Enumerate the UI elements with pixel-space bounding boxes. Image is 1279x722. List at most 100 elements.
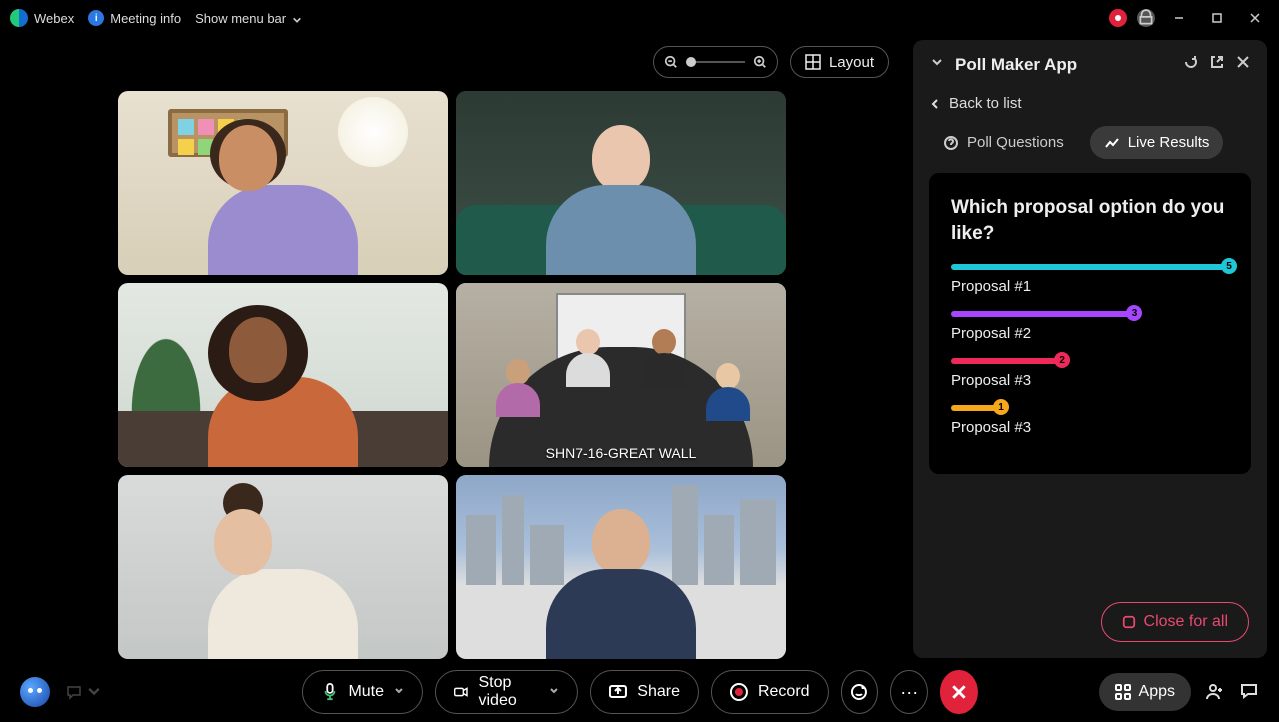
tab-live-results[interactable]: Live Results: [1090, 126, 1224, 159]
poll-option: 1 Proposal #3: [951, 405, 1229, 436]
show-menu-bar-button[interactable]: Show menu bar: [195, 11, 302, 26]
layout-button[interactable]: Layout: [790, 46, 889, 78]
popout-icon[interactable]: [1209, 54, 1225, 75]
video-icon: [454, 683, 468, 701]
stop-video-label: Stop video: [478, 674, 539, 710]
video-tile[interactable]: [118, 475, 448, 659]
chevron-down-icon[interactable]: [394, 683, 404, 701]
stop-video-button[interactable]: Stop video: [435, 670, 578, 714]
back-label: Back to list: [949, 95, 1022, 112]
window-maximize-button[interactable]: [1203, 4, 1231, 32]
poll-option-label: Proposal #3: [951, 419, 1229, 436]
layout-grid-icon: [805, 54, 821, 70]
center-controls: Mute Stop video Share Record ···: [301, 670, 977, 714]
poll-count-badge: 3: [1126, 305, 1142, 321]
webex-logo-icon: [10, 9, 28, 27]
chevron-down-icon: [292, 13, 302, 23]
poll-bar-wrap: 3: [951, 311, 1229, 317]
layout-label: Layout: [829, 54, 874, 71]
control-bar: Mute Stop video Share Record ··· Apps: [0, 662, 1279, 722]
chat-button[interactable]: [1239, 681, 1259, 704]
record-icon: [730, 683, 748, 701]
info-icon: i: [88, 10, 104, 26]
poll-option-label: Proposal #1: [951, 278, 1229, 295]
poll-option-label: Proposal #3: [951, 372, 1229, 389]
video-tile[interactable]: [456, 91, 786, 275]
question-icon: [943, 135, 959, 151]
mute-button[interactable]: Mute: [301, 670, 423, 714]
chevron-down-icon: [86, 684, 102, 700]
microphone-icon: [320, 683, 338, 701]
close-square-icon: [1122, 615, 1136, 629]
poll-option: 5 Proposal #1: [951, 264, 1229, 295]
video-tile[interactable]: [118, 283, 448, 467]
record-label: Record: [758, 683, 810, 701]
end-call-button[interactable]: [940, 670, 977, 714]
poll-option: 3 Proposal #2: [951, 311, 1229, 342]
video-tile-active[interactable]: SHN7-16-GREAT WALL: [456, 283, 786, 467]
title-bar: Webex i Meeting info Show menu bar: [0, 0, 1279, 36]
close-panel-icon[interactable]: [1235, 54, 1251, 75]
share-label: Share: [637, 683, 680, 701]
meeting-info-label: Meeting info: [110, 11, 181, 26]
window-close-button[interactable]: [1241, 4, 1269, 32]
close-all-label: Close for all: [1144, 613, 1228, 631]
poll-count-badge: 5: [1221, 258, 1237, 274]
tab-poll-questions[interactable]: Poll Questions: [929, 126, 1078, 159]
poll-option-label: Proposal #2: [951, 325, 1229, 342]
tab-questions-label: Poll Questions: [967, 134, 1064, 151]
apps-button[interactable]: Apps: [1099, 673, 1191, 711]
poll-count-badge: 2: [1054, 352, 1070, 368]
chevron-down-icon[interactable]: [549, 683, 559, 701]
close-icon: [951, 684, 967, 700]
video-tile[interactable]: [118, 91, 448, 275]
poll-bar: [951, 358, 1062, 364]
poll-panel: Poll Maker App Back to list Poll Questio…: [913, 40, 1267, 658]
close-for-all-button[interactable]: Close for all: [1101, 602, 1249, 642]
app-brand: Webex: [10, 9, 74, 27]
zoom-control[interactable]: [653, 46, 778, 78]
panel-header: Poll Maker App: [913, 40, 1267, 89]
refresh-icon[interactable]: [1183, 54, 1199, 75]
video-tile[interactable]: [456, 475, 786, 659]
more-options-button[interactable]: ···: [890, 670, 928, 714]
video-grid: SHN7-16-GREAT WALL: [118, 91, 788, 659]
encryption-icon: [1137, 9, 1155, 27]
smiley-icon: [850, 683, 868, 701]
zoom-in-icon: [753, 55, 767, 69]
poll-option: 2 Proposal #3: [951, 358, 1229, 389]
record-button[interactable]: Record: [711, 670, 829, 714]
layout-controls: Layout: [653, 46, 889, 78]
ai-assistant-icon[interactable]: [20, 677, 50, 707]
panel-tabs: Poll Questions Live Results: [913, 126, 1267, 173]
speech-bubble-icon: [66, 684, 82, 700]
apps-grid-icon: [1115, 684, 1131, 700]
poll-results-card: Which proposal option do you like? 5 Prop…: [929, 173, 1251, 474]
apps-label: Apps: [1139, 683, 1175, 701]
tab-results-label: Live Results: [1128, 134, 1210, 151]
poll-bar: [951, 264, 1229, 270]
chevron-left-icon: [929, 98, 941, 110]
poll-count-badge: 1: [993, 399, 1009, 415]
mute-label: Mute: [348, 683, 384, 701]
poll-bar-wrap: 2: [951, 358, 1229, 364]
reactions-button[interactable]: [841, 670, 879, 714]
poll-bar-wrap: 1: [951, 405, 1229, 411]
participants-button[interactable]: [1205, 681, 1225, 704]
poll-bar-wrap: 5: [951, 264, 1229, 270]
window-minimize-button[interactable]: [1165, 4, 1193, 32]
show-menu-label: Show menu bar: [195, 11, 286, 26]
poll-question: Which proposal option do you like?: [951, 195, 1229, 246]
right-controls: Apps: [1099, 673, 1259, 711]
zoom-out-icon: [664, 55, 678, 69]
share-button[interactable]: Share: [590, 670, 699, 714]
results-icon: [1104, 135, 1120, 151]
captions-toggle[interactable]: [66, 684, 102, 700]
app-name: Webex: [34, 11, 74, 26]
share-screen-icon: [609, 683, 627, 701]
zoom-slider[interactable]: [686, 61, 745, 63]
recording-indicator-icon: [1109, 9, 1127, 27]
back-to-list-button[interactable]: Back to list: [913, 89, 1267, 126]
collapse-panel-icon[interactable]: [929, 54, 945, 75]
meeting-info-button[interactable]: i Meeting info: [88, 10, 181, 26]
